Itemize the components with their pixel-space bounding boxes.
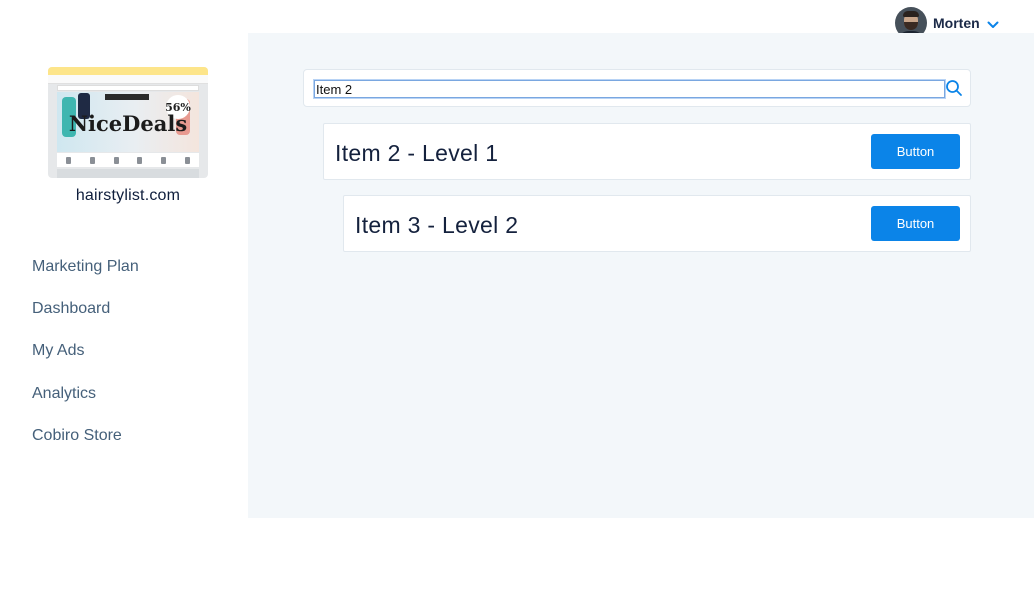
item-action-button[interactable]: Button	[871, 134, 960, 169]
item-title: Item 2 - Level 1	[335, 140, 499, 166]
sidebar-item-analytics[interactable]: Analytics	[32, 384, 139, 426]
sidebar-item-marketing-plan[interactable]: Marketing Plan	[32, 257, 139, 299]
search-icon[interactable]	[945, 79, 963, 97]
site-thumbnail[interactable]: 56% NiceDeals	[48, 67, 208, 178]
sidebar: 56% NiceDeals hairstylist.com Marketing …	[0, 0, 248, 616]
sidebar-menu: Marketing Plan Dashboard My Ads Analytic…	[32, 257, 139, 468]
main-panel: Item 2 - Level 1 Button Item 3 - Level 2…	[248, 33, 1034, 518]
item-title: Item 3 - Level 2	[355, 212, 519, 238]
item-card-level-2: Item 3 - Level 2 Button	[343, 195, 971, 252]
sidebar-item-dashboard[interactable]: Dashboard	[32, 299, 139, 341]
item-card-level-1: Item 2 - Level 1 Button	[323, 123, 971, 180]
item-action-button[interactable]: Button	[871, 206, 960, 241]
chevron-down-icon	[987, 21, 999, 28]
sidebar-item-my-ads[interactable]: My Ads	[32, 341, 139, 383]
thumbnail-brand: NiceDeals	[68, 111, 188, 136]
sidebar-item-cobiro-store[interactable]: Cobiro Store	[32, 426, 139, 468]
search-input[interactable]	[313, 79, 946, 99]
site-name: hairstylist.com	[75, 187, 181, 204]
search-box	[303, 69, 971, 107]
user-name: Morten	[933, 15, 980, 31]
